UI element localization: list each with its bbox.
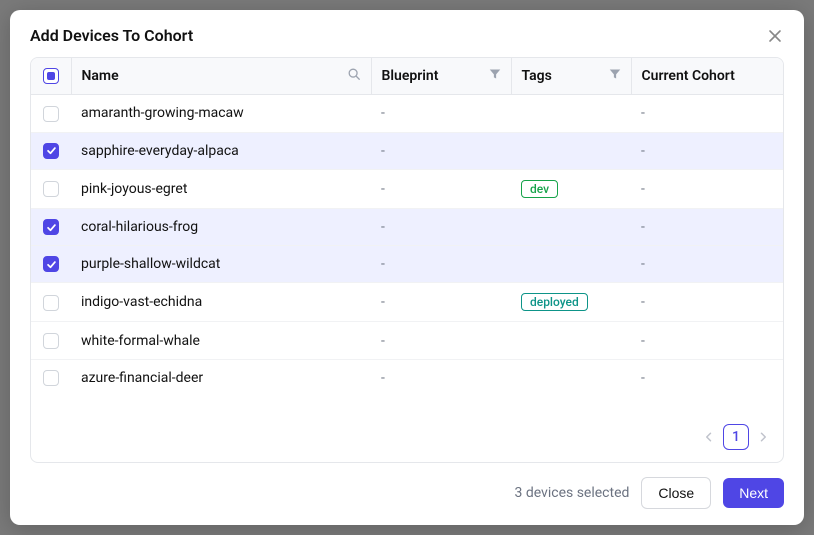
- table-row[interactable]: indigo-vast-echidna-deployed-: [31, 283, 783, 322]
- next-button[interactable]: Next: [723, 478, 784, 508]
- column-header-cohort[interactable]: Current Cohort: [642, 68, 735, 84]
- table-row[interactable]: white-formal-whale--: [31, 322, 783, 359]
- table-row[interactable]: sapphire-everyday-alpaca--: [31, 132, 783, 169]
- cohort-value: -: [641, 333, 645, 349]
- add-devices-modal: Add Devices To Cohort Name: [10, 10, 804, 525]
- row-checkbox[interactable]: [43, 370, 59, 386]
- cohort-value: -: [641, 370, 645, 386]
- row-checkbox[interactable]: [43, 106, 59, 122]
- table-row[interactable]: purple-shallow-wildcat--: [31, 246, 783, 283]
- cohort-value: -: [641, 105, 645, 121]
- table-row[interactable]: azure-financial-deer--: [31, 359, 783, 396]
- device-name: white-formal-whale: [71, 322, 371, 359]
- device-name: sapphire-everyday-alpaca: [71, 132, 371, 169]
- row-checkbox[interactable]: [43, 256, 59, 272]
- pagination: 1: [31, 412, 783, 462]
- blueprint-value: -: [381, 219, 385, 235]
- device-table: Name Blueprint Tags: [31, 58, 783, 396]
- select-all-checkbox[interactable]: [43, 68, 59, 84]
- cohort-value: -: [641, 294, 645, 310]
- row-checkbox[interactable]: [43, 333, 59, 349]
- cohort-value: -: [641, 219, 645, 235]
- blueprint-value: -: [381, 256, 385, 272]
- tags-cell: dev: [511, 169, 631, 208]
- page-next-icon[interactable]: [757, 431, 769, 443]
- device-name: indigo-vast-echidna: [71, 283, 371, 322]
- tags-cell: deployed: [511, 283, 631, 322]
- search-icon[interactable]: [347, 67, 361, 85]
- tags-cell: [511, 246, 631, 283]
- cohort-value: -: [641, 256, 645, 272]
- blueprint-value: -: [381, 105, 385, 121]
- modal-footer: 3 devices selected Close Next: [10, 463, 804, 525]
- tags-cell: [511, 322, 631, 359]
- blueprint-value: -: [381, 294, 385, 310]
- blueprint-value: -: [381, 181, 385, 197]
- device-name: coral-hilarious-frog: [71, 208, 371, 245]
- tag-badge: deployed: [521, 293, 588, 311]
- table-row[interactable]: pink-joyous-egret-dev-: [31, 169, 783, 208]
- filter-icon[interactable]: [489, 68, 501, 84]
- tags-cell: [511, 208, 631, 245]
- cohort-value: -: [641, 181, 645, 197]
- device-name: amaranth-growing-macaw: [71, 95, 371, 132]
- modal-header: Add Devices To Cohort: [10, 10, 804, 57]
- modal-title: Add Devices To Cohort: [30, 26, 193, 45]
- filter-icon[interactable]: [609, 68, 621, 84]
- blueprint-value: -: [381, 370, 385, 386]
- row-checkbox[interactable]: [43, 143, 59, 159]
- column-header-tags[interactable]: Tags: [522, 68, 552, 84]
- tags-cell: [511, 132, 631, 169]
- blueprint-value: -: [381, 143, 385, 159]
- table-row[interactable]: coral-hilarious-frog--: [31, 208, 783, 245]
- close-button[interactable]: Close: [641, 477, 711, 509]
- row-checkbox[interactable]: [43, 181, 59, 197]
- table-row[interactable]: amaranth-growing-macaw--: [31, 95, 783, 132]
- selected-count: 3 devices selected: [514, 485, 629, 501]
- page-number[interactable]: 1: [723, 424, 749, 450]
- column-header-blueprint[interactable]: Blueprint: [382, 68, 439, 84]
- tag-badge: dev: [521, 180, 558, 198]
- device-name: pink-joyous-egret: [71, 169, 371, 208]
- device-name: azure-financial-deer: [71, 359, 371, 396]
- tags-cell: [511, 95, 631, 132]
- row-checkbox[interactable]: [43, 295, 59, 311]
- device-name: purple-shallow-wildcat: [71, 246, 371, 283]
- page-prev-icon[interactable]: [703, 431, 715, 443]
- cohort-value: -: [641, 143, 645, 159]
- row-checkbox[interactable]: [43, 219, 59, 235]
- tags-cell: [511, 359, 631, 396]
- close-icon[interactable]: [766, 27, 784, 45]
- device-table-container: Name Blueprint Tags: [30, 57, 784, 463]
- blueprint-value: -: [381, 333, 385, 349]
- column-header-name[interactable]: Name: [82, 68, 119, 84]
